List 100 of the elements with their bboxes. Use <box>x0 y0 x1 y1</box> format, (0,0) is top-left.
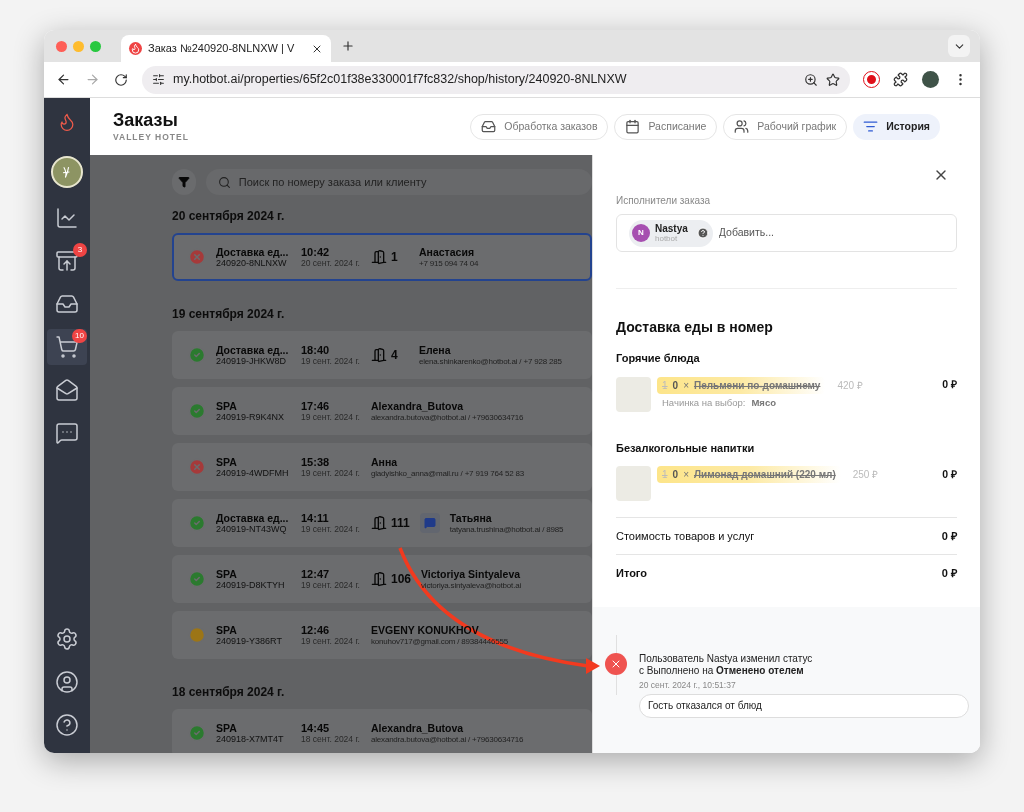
order-card[interactable]: SPA 240919-R9K4NX 17:46 19 сент. 2024 г. Alexandra_Butova alexandra.butova@hotbot.ai / +79630634716 <box>172 387 592 435</box>
bookmark-star-icon[interactable] <box>826 72 840 87</box>
filter-button[interactable] <box>172 169 196 195</box>
tab-title: Заказ №240920-8NLNXW | V <box>148 41 296 57</box>
customer-name: Анна <box>371 455 399 468</box>
performer-org: hotbot <box>655 233 678 243</box>
order-number: 240919-R9K4NX <box>216 411 286 423</box>
customer-name: Alexandra_Butova <box>371 721 465 734</box>
order-title: SPA <box>216 623 238 636</box>
item-name: Пельмени по-домашнему <box>693 378 821 393</box>
field-label: Исполнители заказа <box>616 194 712 208</box>
browser-tab[interactable]: Заказ №240920-8NLNXW | V <box>121 35 331 62</box>
order-title: SPA <box>216 399 238 412</box>
people-icon <box>734 119 750 134</box>
calendar-icon <box>625 119 641 134</box>
option-label: Начинка на выбор: <box>662 395 746 410</box>
order-card[interactable]: Доставка ед... 240920-8NLNXW 10:42 20 сент. 2024 г. 1 Анастасия +7 915 094 74 04 <box>172 233 592 281</box>
order-date: 19 сент. 2024 г. <box>301 523 361 535</box>
customer-name: Victoriya Sintyaleva <box>421 567 521 580</box>
page-title: Заказы <box>113 109 179 132</box>
site-settings-icon[interactable] <box>152 73 165 86</box>
search-input[interactable]: Поиск по номеру заказа или клиенту <box>238 173 580 191</box>
list-search-icon <box>863 119 879 134</box>
order-card[interactable]: SPA 240919-4WDFMH 15:38 19 сент. 2024 г. Анна gladyishko_anna@mail.ru / +7 919 764 52 83 <box>172 443 592 491</box>
order-time: 15:38 <box>301 455 331 468</box>
order-card[interactable]: Доставка ед... 240919-NT43WQ 14:11 19 сент. 2024 г. 111 Татьяна tatyana.trushina@hotbot.ai / 8985 <box>172 499 592 547</box>
tab-menu-button[interactable] <box>948 35 970 57</box>
room-number: 111 <box>391 515 410 532</box>
search-field[interactable]: Поиск по номеру заказа или клиенту <box>205 169 592 195</box>
check-circle-icon <box>188 514 206 532</box>
order-card[interactable]: SPA 240918-X7MT4T 14:45 18 сент. 2024 г. Alexandra_Butova alexandra.butova@hotbot.ai / +79630634716 <box>172 709 592 753</box>
nav-tab[interactable]: История <box>853 113 940 140</box>
room-number: 106 <box>391 571 412 588</box>
chart-icon <box>55 206 79 230</box>
extension-icon[interactable] <box>864 72 879 87</box>
times-sign: × <box>683 468 689 482</box>
sidebar-item[interactable]: 10 <box>47 329 87 365</box>
order-title: Доставка ед... <box>216 511 290 524</box>
cancel-status-icon <box>605 653 627 675</box>
help-icon <box>55 713 79 737</box>
badge: 10 <box>72 329 87 343</box>
order-number: 240919-NT43WQ <box>216 523 287 535</box>
quantity: 0 <box>672 378 679 393</box>
customer-contact: +7 915 094 74 04 <box>419 257 479 269</box>
hotel-logo[interactable] <box>51 156 83 188</box>
order-title: SPA <box>216 455 238 468</box>
category-title: Горячие блюда <box>616 351 701 366</box>
help-icon[interactable] <box>696 227 709 239</box>
times-sign: × <box>683 378 689 393</box>
section-title: Доставка еды в номер <box>616 318 774 337</box>
order-number: 240919-4WDFMH <box>216 467 290 479</box>
customer-contact: elena.shinkarenko@hotbot.ai / +7 928 285 <box>419 355 562 367</box>
item-price: 250 ₽ <box>852 468 879 482</box>
order-time: 12:46 <box>301 623 331 636</box>
food-photo-placeholder <box>616 376 651 412</box>
food-photo-placeholder <box>616 466 651 501</box>
reload-icon[interactable] <box>114 72 128 87</box>
puzzle-icon[interactable] <box>893 72 908 87</box>
comment-field[interactable]: Гость отказался от блюд <box>639 693 969 718</box>
order-title: SPA <box>216 721 238 734</box>
order-date: 19 сент. 2024 г. <box>301 467 361 479</box>
order-date: 20 сент. 2024 г. <box>301 257 361 269</box>
performer-chip[interactable]: N Nastya hotbot <box>629 219 713 247</box>
date-heading: 20 сентября 2024 г. <box>172 209 286 223</box>
badge: 3 <box>73 243 87 257</box>
door-icon <box>371 347 387 363</box>
item-price: 420 ₽ <box>837 378 863 393</box>
tray-icon <box>481 119 497 134</box>
item-total: 0 ₽ <box>942 377 957 393</box>
profile-avatar[interactable] <box>922 71 939 88</box>
order-number: 240920-8NLNXW <box>216 257 287 269</box>
back-icon[interactable] <box>56 72 71 87</box>
cancel-circle-icon <box>188 248 206 266</box>
performer-name: Nastya <box>655 223 688 234</box>
check-circle-icon <box>188 724 206 742</box>
customer-contact: tatyana.trushina@hotbot.ai / 8985 <box>449 523 564 535</box>
sidebar-item[interactable]: 3 <box>47 243 87 279</box>
summary-label: Стоимость товаров и услуг <box>616 528 755 544</box>
customer-name: Елена <box>419 343 452 356</box>
order-time: 14:11 <box>301 511 330 524</box>
chat-icon <box>55 421 79 445</box>
room-number: 1 <box>391 249 398 266</box>
order-date: 18 сент. 2024 г. <box>301 733 361 745</box>
customer-contact: alexandra.butova@hotbot.ai / +79630634716 <box>371 734 524 745</box>
new-tab-icon[interactable] <box>341 39 355 53</box>
item-name: Лимонад домашний (220 мл) <box>693 468 836 482</box>
performers-field[interactable]: N Nastya hotbot Добавить... <box>616 214 957 252</box>
order-number: 240919-Y386RT <box>216 635 283 647</box>
add-performer-input[interactable]: Добавить... <box>718 225 944 241</box>
order-date: 19 сент. 2024 г. <box>301 635 361 647</box>
avatar-initial: N <box>632 224 650 242</box>
address-bar[interactable]: my.hotbot.ai/properties/65f2c01f38e330001f7fc832/shop/history/240920-8NLNXW <box>142 65 850 94</box>
order-card[interactable]: Доставка ед... 240919-JHKW8D 18:40 19 сент. 2024 г. 4 Елена elena.shinkarenko@hotbot.ai / +7 928 285 <box>172 331 592 379</box>
customer-name: Анастасия <box>419 245 475 258</box>
order-time: 10:42 <box>301 245 331 258</box>
summary-value: 0 ₽ <box>941 565 957 581</box>
room-number: 4 <box>391 347 398 364</box>
category-title: Безалкогольные напитки <box>616 440 756 456</box>
search-icon <box>217 175 231 189</box>
zoom-icon[interactable] <box>804 72 818 87</box>
